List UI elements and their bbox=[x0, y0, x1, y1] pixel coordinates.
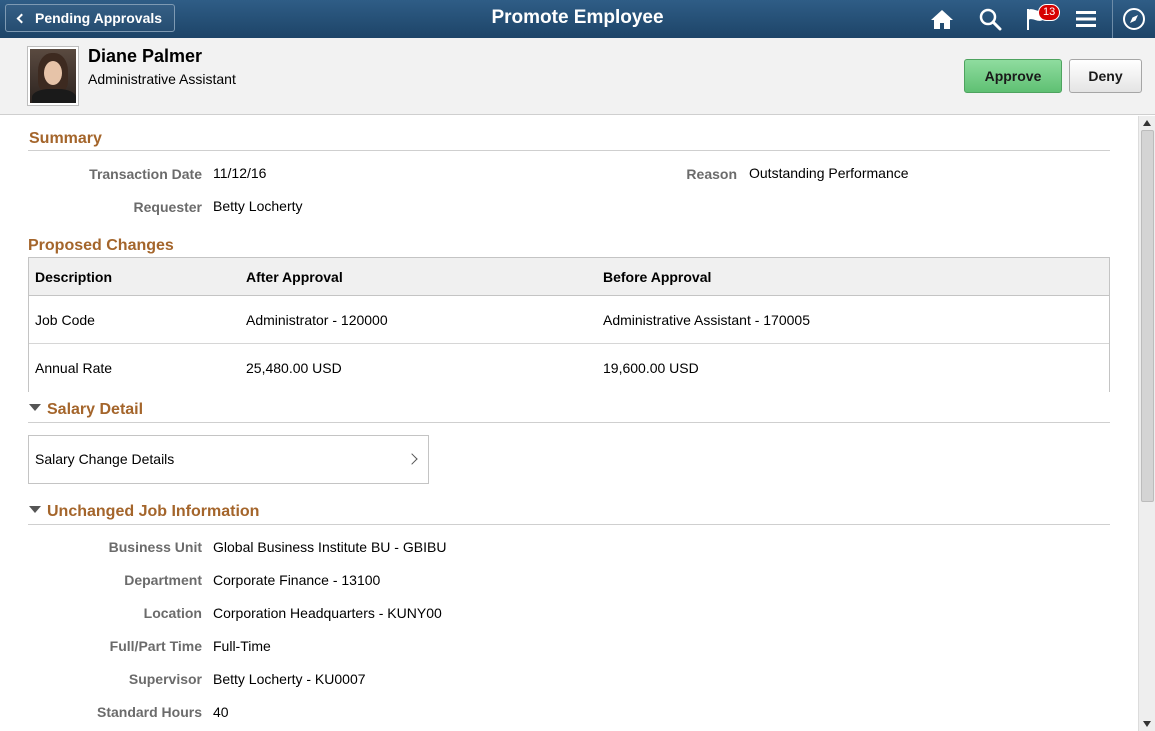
row-after-value: Administrator - 120000 bbox=[246, 312, 388, 328]
scroll-down-arrow-icon[interactable] bbox=[1143, 721, 1151, 727]
salary-detail-toggle[interactable]: Salary Detail bbox=[29, 401, 143, 419]
navbar-button[interactable] bbox=[1120, 5, 1148, 33]
menu-icon bbox=[1076, 11, 1096, 27]
business-unit-label: Business Unit bbox=[108, 539, 202, 555]
requester-label: Requester bbox=[133, 199, 202, 215]
proposed-changes-heading: Proposed Changes bbox=[28, 237, 174, 254]
scroll-up-arrow-icon[interactable] bbox=[1143, 120, 1151, 126]
section-divider bbox=[28, 524, 1110, 525]
column-header-before-approval: Before Approval bbox=[603, 269, 712, 285]
section-divider bbox=[28, 422, 1110, 423]
notification-count-badge: 13 bbox=[1038, 4, 1061, 21]
actions-menu-button[interactable] bbox=[1074, 5, 1098, 33]
unchanged-job-info-toggle[interactable]: Unchanged Job Information bbox=[29, 503, 259, 521]
search-button[interactable] bbox=[976, 5, 1004, 33]
table-row: Annual Rate 25,480.00 USD 19,600.00 USD bbox=[29, 344, 1109, 392]
department-label: Department bbox=[124, 572, 202, 588]
row-after-value: 25,480.00 USD bbox=[246, 360, 342, 376]
collapse-triangle-icon bbox=[29, 506, 41, 513]
employee-name: Diane Palmer bbox=[88, 46, 203, 66]
proposed-changes-grid: Description After Approval Before Approv… bbox=[28, 257, 1110, 392]
section-divider bbox=[28, 150, 1110, 151]
row-before-value: Administrative Assistant - 170005 bbox=[603, 312, 810, 328]
grid-header: Description After Approval Before Approv… bbox=[29, 258, 1109, 296]
full-part-time-label: Full/Part Time bbox=[109, 638, 202, 654]
search-icon bbox=[979, 8, 1002, 31]
home-icon bbox=[931, 10, 953, 29]
top-banner: Pending Approvals Promote Employee 13 bbox=[0, 0, 1155, 38]
column-header-after-approval: After Approval bbox=[246, 269, 343, 285]
standard-hours-value: 40 bbox=[213, 704, 229, 720]
supervisor-value: Betty Locherty - KU0007 bbox=[213, 671, 366, 687]
vertical-scrollbar[interactable] bbox=[1138, 116, 1155, 731]
salary-detail-heading: Salary Detail bbox=[47, 401, 144, 418]
location-value: Corporation Headquarters - KUNY00 bbox=[213, 605, 442, 621]
location-label: Location bbox=[143, 605, 202, 621]
column-header-description: Description bbox=[35, 269, 113, 285]
salary-change-details-link[interactable]: Salary Change Details bbox=[28, 435, 429, 484]
chevron-right-icon bbox=[406, 453, 418, 465]
table-row: Job Code Administrator - 120000 Administ… bbox=[29, 296, 1109, 344]
navbar-compass-icon bbox=[1123, 8, 1145, 30]
deny-button[interactable]: Deny bbox=[1069, 59, 1142, 93]
collapse-triangle-icon bbox=[29, 404, 41, 411]
reason-label: Reason bbox=[686, 166, 737, 182]
scrollbar-thumb[interactable] bbox=[1141, 130, 1154, 502]
row-description: Job Code bbox=[35, 312, 95, 328]
transaction-date-value: 11/12/16 bbox=[213, 165, 267, 181]
department-value: Corporate Finance - 13100 bbox=[213, 572, 381, 588]
full-part-time-value: Full-Time bbox=[213, 638, 271, 654]
notifications-button[interactable]: 13 bbox=[1025, 4, 1061, 33]
home-button[interactable] bbox=[928, 5, 956, 33]
approve-button[interactable]: Approve bbox=[964, 59, 1062, 93]
salary-change-details-label: Salary Change Details bbox=[35, 451, 175, 467]
standard-hours-label: Standard Hours bbox=[96, 704, 202, 720]
employee-header: Diane Palmer Administrative Assistant Ap… bbox=[0, 38, 1155, 115]
supervisor-label: Supervisor bbox=[128, 671, 202, 687]
row-description: Annual Rate bbox=[35, 360, 113, 376]
requester-value: Betty Locherty bbox=[213, 198, 303, 214]
unchanged-job-info-heading: Unchanged Job Information bbox=[47, 503, 260, 520]
main-content: Summary Transaction Date 11/12/16 Reques… bbox=[0, 116, 1138, 731]
row-before-value: 19,600.00 USD bbox=[603, 360, 699, 376]
transaction-date-label: Transaction Date bbox=[89, 166, 202, 182]
banner-divider bbox=[1112, 0, 1113, 38]
employee-photo bbox=[27, 46, 79, 106]
reason-value: Outstanding Performance bbox=[749, 165, 909, 181]
business-unit-value: Global Business Institute BU - GBIBU bbox=[213, 539, 447, 555]
employee-job-title: Administrative Assistant bbox=[88, 71, 236, 87]
summary-heading: Summary bbox=[29, 130, 102, 147]
